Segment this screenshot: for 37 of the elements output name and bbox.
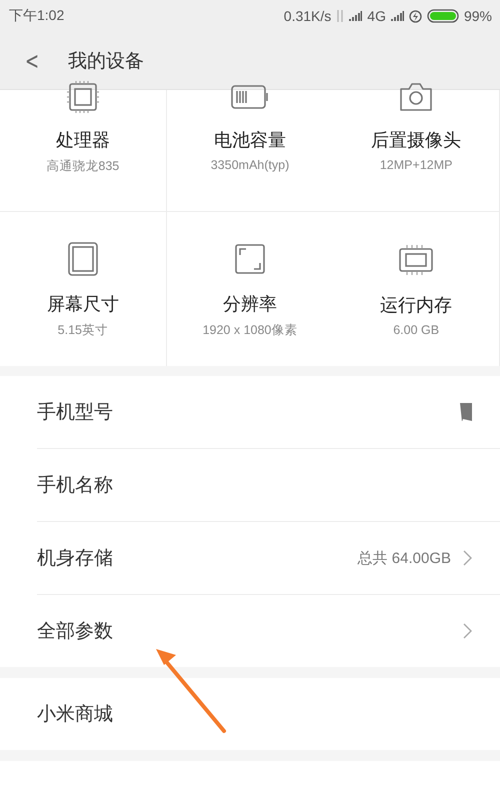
page-title: 我的设备 [68,48,144,74]
battery-icon [426,9,459,23]
row-label[interactable]: 机身存储 [37,545,346,571]
spec-value: 高通骁龙835 [46,158,120,175]
redaction-mark [460,403,472,421]
spec-value: 6.00 GB [393,323,440,337]
network-type: 4G [367,8,386,24]
spec-title: 运行内存 [380,294,452,317]
chevron-right-icon [463,550,472,566]
spec-title: 屏幕尺寸 [46,292,119,316]
signal-icon [390,11,404,21]
spec-title: 后置摄像头 [371,129,462,152]
spec-value: 3350mAh(typ) [210,158,290,172]
row-label[interactable]: 手机型号 [37,399,448,425]
network-speed: 0.31K/s [284,8,332,24]
data-arrows-icon [336,10,344,22]
spec-title: 处理器 [56,129,110,152]
row-label[interactable]: 全部参数 [37,618,451,644]
row-value: 总共 64.00GB [358,548,451,568]
spec-value: 1920 x 1080像素 [202,322,298,338]
spec-value: 12MP+12MP [380,158,452,172]
memory-icon [398,244,434,276]
chip-icon [66,80,100,114]
screen-icon [68,242,98,276]
charging-icon [408,10,422,22]
spec-value: 5.15英寸 [58,322,108,338]
camera-icon [398,82,434,112]
status-time: 下午1:02 [9,7,64,25]
row-label[interactable]: 手机名称 [37,472,472,498]
spec-title: 分辨率 [222,292,277,316]
signal-icon [349,11,362,21]
chevron-right-icon [463,623,472,639]
spec-title: 电池容量 [214,129,286,152]
battery-percent: 99% [464,8,492,24]
battery-icon [230,84,269,110]
corner-frame-icon [234,244,265,274]
back-button[interactable]: < [22,46,42,74]
